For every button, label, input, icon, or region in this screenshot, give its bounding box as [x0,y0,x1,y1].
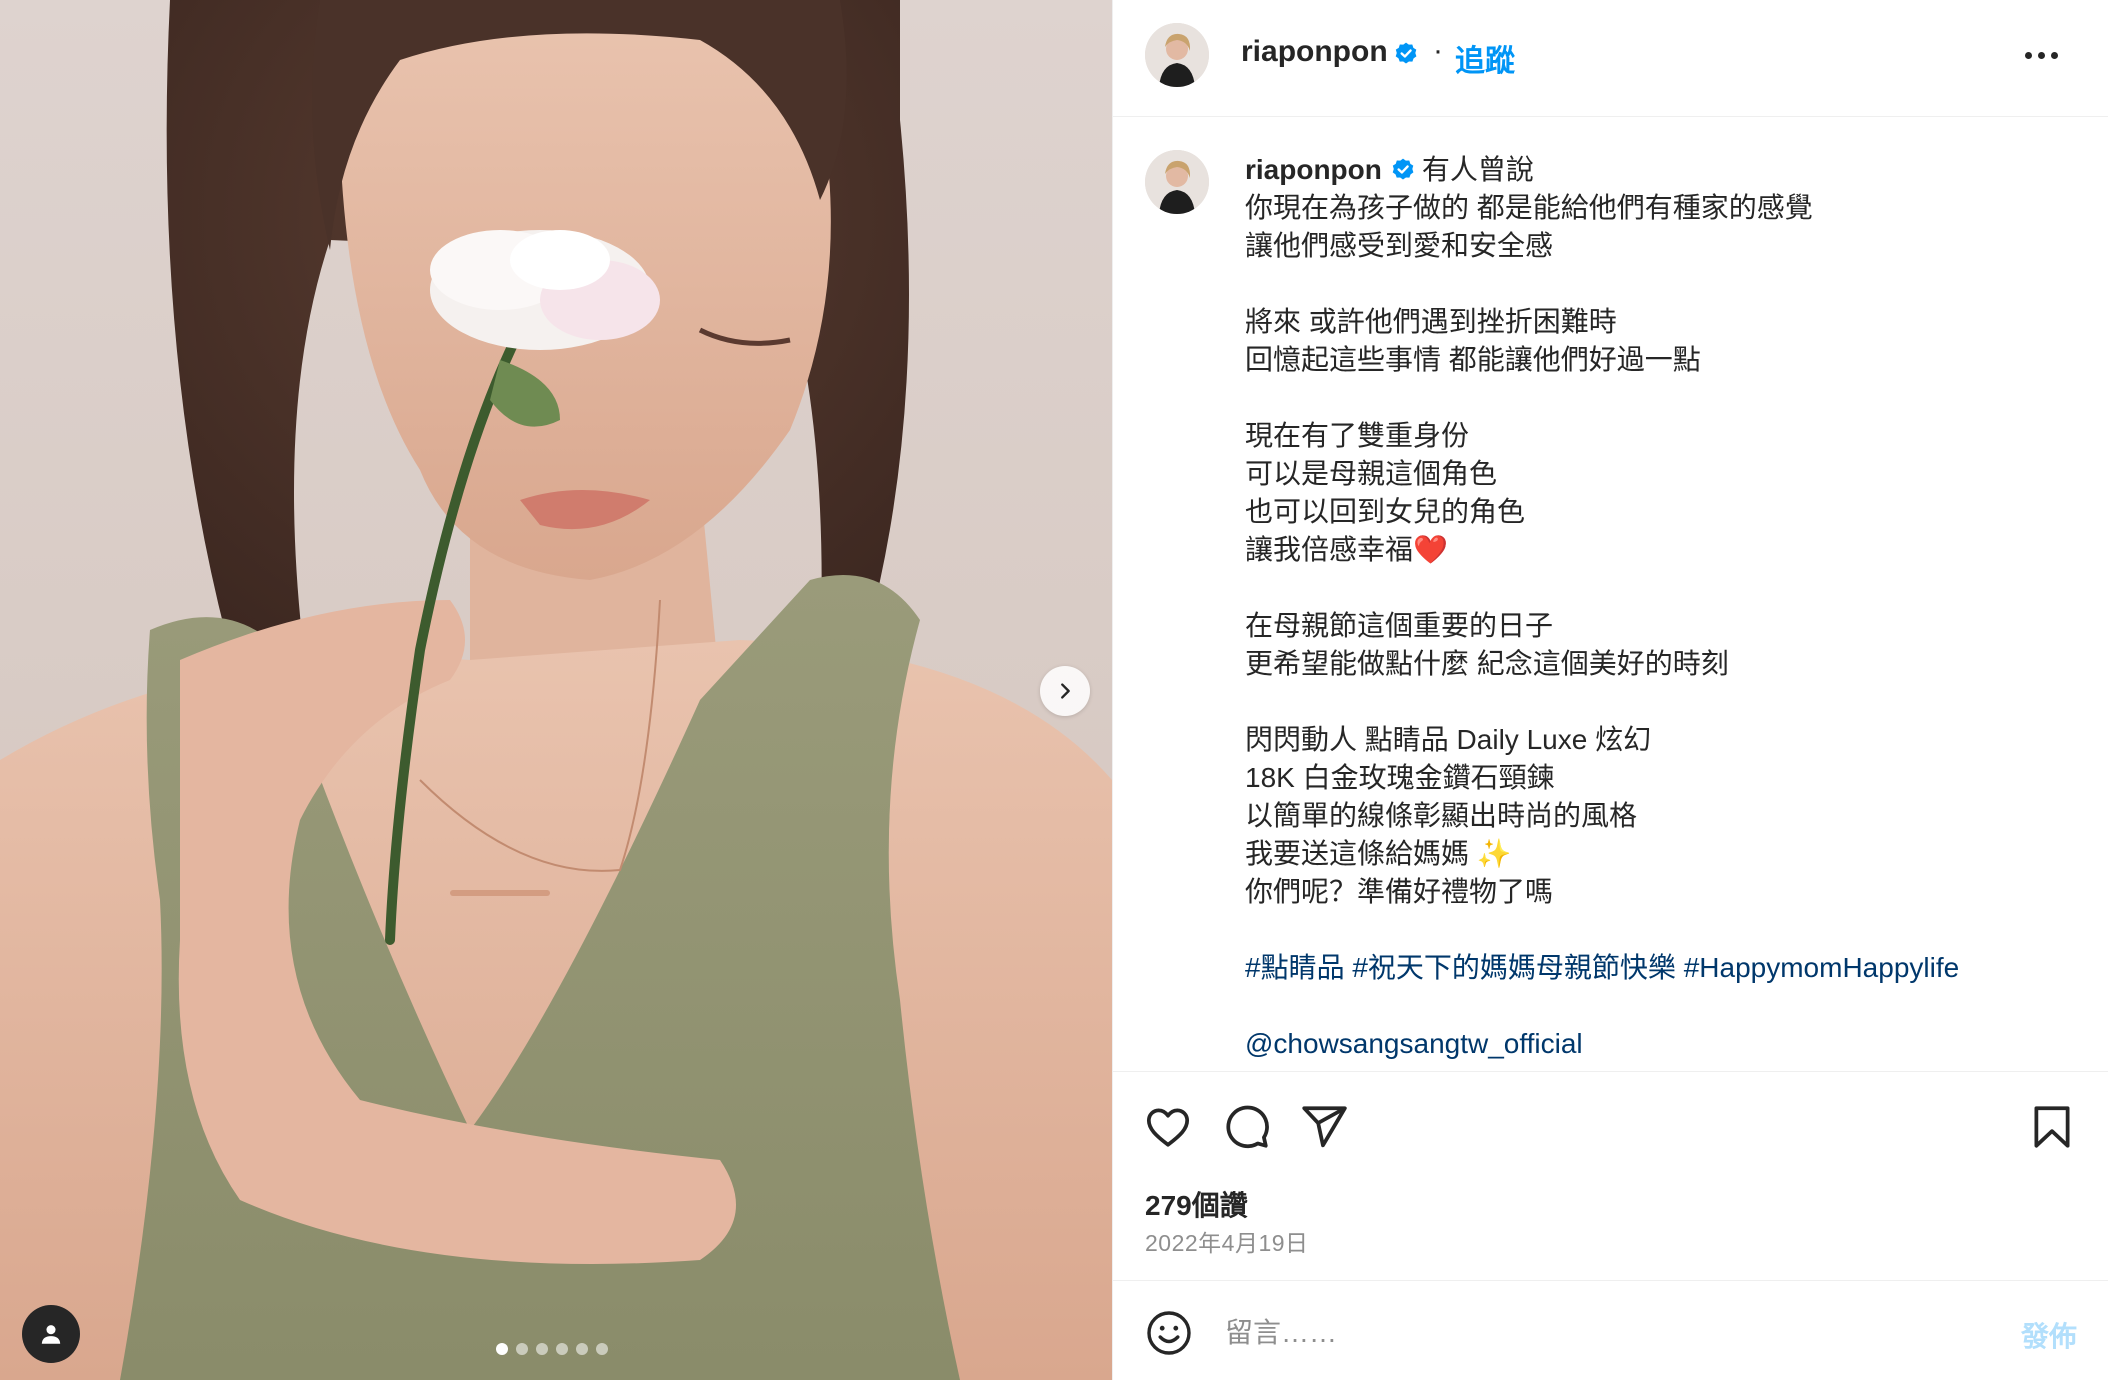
carousel-dot [596,1343,608,1355]
post-caption: riaponpon 有人曾說 你現在為孩子做的 都是能給他們有種家的感覺 讓他們… [1113,118,2108,1070]
comment-icon[interactable] [1221,1102,1271,1152]
caption-first-line: 有人曾說 [1421,154,1534,185]
carousel-indicator [496,1343,608,1355]
header-username[interactable]: riaponpon [1241,35,1388,69]
verified-badge-icon [1395,42,1417,64]
caption-line: 讓他們感受到愛和安全感 [1245,230,1554,261]
hashtag-link[interactable]: #HappymomHappylife [1684,952,1959,983]
caption-line: 你們呢？準備好禮物了嗎 [1245,876,1554,907]
caption-avatar[interactable] [1145,150,1209,214]
caption-line: 可以是母親這個角色 [1245,458,1498,489]
caption-line: 在母親節這個重要的日子 [1245,610,1554,641]
caption-line: 將來 或許他們遇到挫折困難時 [1245,306,1617,337]
caption-line: 18K 白金玫瑰金鑽石頸鍊 [1245,762,1555,793]
caption-line [1245,569,2065,607]
post-media[interactable] [0,0,1112,1380]
carousel-dot [516,1343,528,1355]
carousel-dot-active [496,1343,508,1355]
more-options-icon [2037,51,2045,59]
tagged-users-button[interactable] [22,1305,80,1363]
post-date[interactable]: 2022年4月19日 [1145,1224,1309,1258]
carousel-dot [576,1343,588,1355]
carousel-dot [556,1343,568,1355]
mention-link[interactable]: @chowsangsangtw_official [1245,1028,1583,1059]
comment-input[interactable] [1225,1310,1965,1356]
verified-badge-icon [1392,158,1414,180]
post-header: riaponpon · 追蹤 [1113,0,2108,117]
caption-text: riaponpon 有人曾說 你現在為孩子做的 都是能給他們有種家的感覺 讓他們… [1245,151,2065,1063]
caption-line: 也可以回到女兒的角色 [1245,496,1526,527]
caption-header-line: riaponpon 有人曾說 [1245,151,2065,189]
like-count[interactable]: 279個讚 [1145,1184,1248,1224]
hashtag-link[interactable]: #祝天下的媽媽母親節快樂 [1352,952,1676,983]
caption-line: 更希望能做點什麼 紀念這個美好的時刻 [1245,648,1729,679]
caption-line: 現在有了雙重身份 [1245,420,1470,451]
avatar[interactable] [1145,23,1209,87]
caption-line: 讓我倍感幸福❤️ [1245,534,1448,565]
comment-box: 發佈 [1113,1282,2108,1380]
more-options-button[interactable] [2021,40,2061,70]
follow-button[interactable]: 追蹤 [1455,36,1515,80]
hashtag-link[interactable]: #點睛品 [1245,952,1345,983]
caption-line [1245,265,2065,303]
post-comment-button[interactable]: 發佈 [2021,1315,2077,1355]
caption-line: 以簡單的線條彰顯出時尚的風格 [1245,800,1638,831]
post-photo [0,0,1112,1380]
post-sidebar: riaponpon · 追蹤 riaponpon 有人曾說 你現在為孩子做的 都… [1112,0,2108,1380]
carousel-dot [536,1343,548,1355]
caption-username[interactable]: riaponpon [1245,154,1382,185]
mention-line: @chowsangsangtw_official [1245,1025,2065,1063]
caption-line: 我要送這條給媽媽 ✨ [1245,838,1512,869]
post-actions: 279個讚 2022年4月19日 [1113,1071,2108,1281]
heart-icon[interactable] [1143,1102,1193,1152]
more-options-icon [2024,51,2032,59]
share-icon[interactable] [1299,1102,1349,1152]
avatar-image [1145,23,1209,87]
caption-line: 閃閃動人 點睛品 Daily Luxe 炫幻 [1245,724,1652,755]
emoji-icon[interactable] [1145,1309,1193,1357]
user-tag-icon [41,1325,61,1344]
next-photo-button[interactable] [1040,666,1090,716]
caption-line: 你現在為孩子做的 都是能給他們有種家的感覺 [1245,192,1813,223]
separator-dot: · [1433,34,1443,67]
avatar-image [1145,150,1209,214]
more-options-icon [2050,51,2058,59]
chevron-right-icon [1061,683,1070,699]
bookmark-icon[interactable] [2027,1102,2077,1152]
hashtag-line: #點睛品 #祝天下的媽媽母親節快樂 #HappymomHappylife [1245,949,2065,987]
caption-line [1245,911,2065,949]
caption-line [1245,683,2065,721]
caption-line: 回憶起這些事情 都能讓他們好過一點 [1245,344,1701,375]
caption-line [1245,379,2065,417]
